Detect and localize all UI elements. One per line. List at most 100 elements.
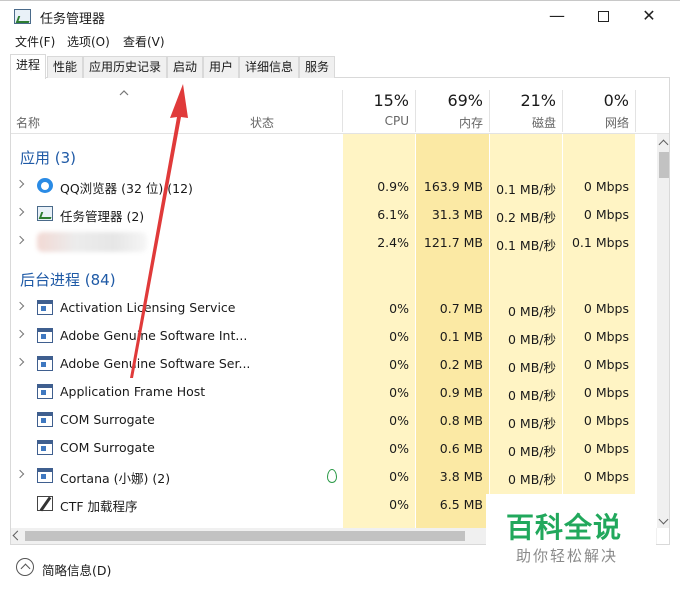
window-icon xyxy=(37,328,53,343)
process-name: Adobe Genuine Software Int... xyxy=(60,328,248,343)
disk-value: 0.1 MB/秒 xyxy=(496,182,556,197)
disk-value: 0.2 MB/秒 xyxy=(496,210,556,225)
tab-services[interactable]: 服务 xyxy=(299,56,336,78)
network-value: 0 Mbps xyxy=(583,179,629,194)
watermark-subtitle: 助你轻松解决 xyxy=(516,547,619,565)
column-header-network[interactable]: 网络 xyxy=(563,114,629,131)
table-row[interactable]: Cortana (小娜) (2) 0% 3.8 MB 0 MB/秒 0 Mbps xyxy=(11,462,656,490)
table-row[interactable]: COM Surrogate 0% 0.8 MB 0 MB/秒 0 Mbps xyxy=(11,406,656,434)
horizontal-scroll-thumb[interactable] xyxy=(25,531,465,541)
maximize-icon xyxy=(597,11,609,22)
tab-details[interactable]: 详细信息 xyxy=(239,56,300,78)
process-name: COM Surrogate xyxy=(60,440,155,455)
process-name: CTF 加载程序 xyxy=(60,499,138,514)
network-value: 0 Mbps xyxy=(583,385,629,400)
task-manager-icon xyxy=(14,9,31,24)
watermark-title: 百科全说 xyxy=(506,511,623,544)
menu-file[interactable]: 文件(F) xyxy=(15,33,55,50)
disk-value: 0 MB/秒 xyxy=(508,444,556,459)
cpu-value: 0% xyxy=(389,497,409,512)
table-row[interactable]: Adobe Genuine Software Ser... 0% 0.2 MB … xyxy=(11,350,656,378)
memory-value: 0.1 MB xyxy=(439,329,483,344)
disk-value: 0 MB/秒 xyxy=(508,416,556,431)
chevron-right-icon[interactable] xyxy=(15,179,25,189)
vertical-scroll-thumb[interactable] xyxy=(659,152,669,178)
disk-value: 0 MB/秒 xyxy=(508,388,556,403)
chevron-right-icon[interactable] xyxy=(15,301,25,311)
tab-performance[interactable]: 性能 xyxy=(47,56,84,78)
chevron-right-icon[interactable] xyxy=(15,329,25,339)
menu-view[interactable]: 查看(V) xyxy=(123,33,165,50)
cpu-value: 6.1% xyxy=(377,207,409,222)
process-list: 名称 状态 15% CPU 69% 内存 21% 磁盘 0% 网络 应用 (3)… xyxy=(10,78,670,545)
scroll-down-icon[interactable] xyxy=(658,514,669,525)
memory-percent[interactable]: 69% xyxy=(416,91,483,110)
cpu-value: 0% xyxy=(389,357,409,372)
column-header-memory[interactable]: 内存 xyxy=(416,114,483,131)
chevron-right-icon[interactable] xyxy=(15,469,25,479)
process-name: Application Frame Host xyxy=(60,384,206,399)
ctf-loader-icon xyxy=(37,496,53,511)
column-header-disk[interactable]: 磁盘 xyxy=(490,114,556,131)
table-row[interactable]: QQ浏览器 (32 位) (12) 0.9% 163.9 MB 0.1 MB/秒… xyxy=(11,172,656,200)
disk-value: 0 MB/秒 xyxy=(508,360,556,375)
table-row[interactable]: 任务管理器 (2) 6.1% 31.3 MB 0.2 MB/秒 0 Mbps xyxy=(11,200,656,228)
tab-bar: 进程 性能 应用历史记录 启动 用户 详细信息 服务 xyxy=(10,54,670,79)
process-name: COM Surrogate xyxy=(60,412,155,427)
memory-value: 0.2 MB xyxy=(439,357,483,372)
network-value: 0 Mbps xyxy=(583,413,629,428)
table-row[interactable]: Application Frame Host 0% 0.9 MB 0 MB/秒 … xyxy=(11,378,656,406)
network-value: 0.1 Mbps xyxy=(571,235,629,250)
scroll-left-icon[interactable] xyxy=(12,530,23,541)
column-header-status[interactable]: 状态 xyxy=(250,114,274,131)
memory-value: 0.6 MB xyxy=(439,441,483,456)
column-header-cpu[interactable]: CPU xyxy=(343,114,409,128)
sort-ascending-icon[interactable] xyxy=(119,90,129,96)
collapse-up-icon[interactable] xyxy=(16,558,34,576)
tab-processes[interactable]: 进程 xyxy=(10,54,47,79)
column-separator xyxy=(635,90,636,132)
maximize-button[interactable] xyxy=(580,1,626,33)
minimize-button[interactable]: — xyxy=(534,1,580,33)
vertical-scrollbar[interactable] xyxy=(657,134,669,528)
cpu-value: 0% xyxy=(389,385,409,400)
window-icon xyxy=(37,412,53,427)
chevron-right-icon[interactable] xyxy=(15,207,25,217)
column-header-name[interactable]: 名称 xyxy=(16,114,40,131)
process-name: Activation Licensing Service xyxy=(60,300,236,315)
memory-value: 31.3 MB xyxy=(431,207,483,222)
group-background-processes[interactable]: 后台进程 (84) xyxy=(20,269,116,290)
network-value: 0 Mbps xyxy=(583,301,629,316)
disk-percent[interactable]: 21% xyxy=(490,91,556,110)
cpu-value: 0% xyxy=(389,329,409,344)
memory-value: 6.5 MB xyxy=(439,497,483,512)
tab-app-history[interactable]: 应用历史记录 xyxy=(83,56,168,78)
process-name: QQ浏览器 (32 位) (12) xyxy=(60,181,193,196)
memory-value: 0.8 MB xyxy=(439,413,483,428)
blurred-process-name xyxy=(37,232,147,252)
tab-users[interactable]: 用户 xyxy=(203,56,240,78)
tab-startup[interactable]: 启动 xyxy=(167,56,204,78)
leaf-icon xyxy=(327,469,337,483)
close-button[interactable]: ✕ xyxy=(626,1,672,33)
network-percent[interactable]: 0% xyxy=(563,91,629,110)
fewer-details-button[interactable]: 简略信息(D) xyxy=(42,560,111,579)
memory-value: 3.8 MB xyxy=(439,469,483,484)
chevron-right-icon[interactable] xyxy=(15,357,25,367)
table-row[interactable]: Activation Licensing Service 0% 0.7 MB 0… xyxy=(11,294,656,322)
cpu-percent[interactable]: 15% xyxy=(343,91,409,110)
table-row[interactable]: 2.4% 121.7 MB 0.1 MB/秒 0.1 Mbps xyxy=(11,228,656,256)
table-row[interactable]: Adobe Genuine Software Int... 0% 0.1 MB … xyxy=(11,322,656,350)
group-apps[interactable]: 应用 (3) xyxy=(20,147,76,168)
cpu-value: 0% xyxy=(389,301,409,316)
network-value: 0 Mbps xyxy=(583,329,629,344)
disk-value: 0 MB/秒 xyxy=(508,332,556,347)
window-title: 任务管理器 xyxy=(40,12,106,27)
menu-options[interactable]: 选项(O) xyxy=(67,33,110,50)
disk-value: 0 MB/秒 xyxy=(508,304,556,319)
cpu-value: 2.4% xyxy=(377,235,409,250)
memory-value: 121.7 MB xyxy=(423,235,483,250)
scroll-up-icon[interactable] xyxy=(658,139,669,150)
table-row[interactable]: COM Surrogate 0% 0.6 MB 0 MB/秒 0 Mbps xyxy=(11,434,656,462)
chevron-right-icon[interactable] xyxy=(15,235,25,245)
